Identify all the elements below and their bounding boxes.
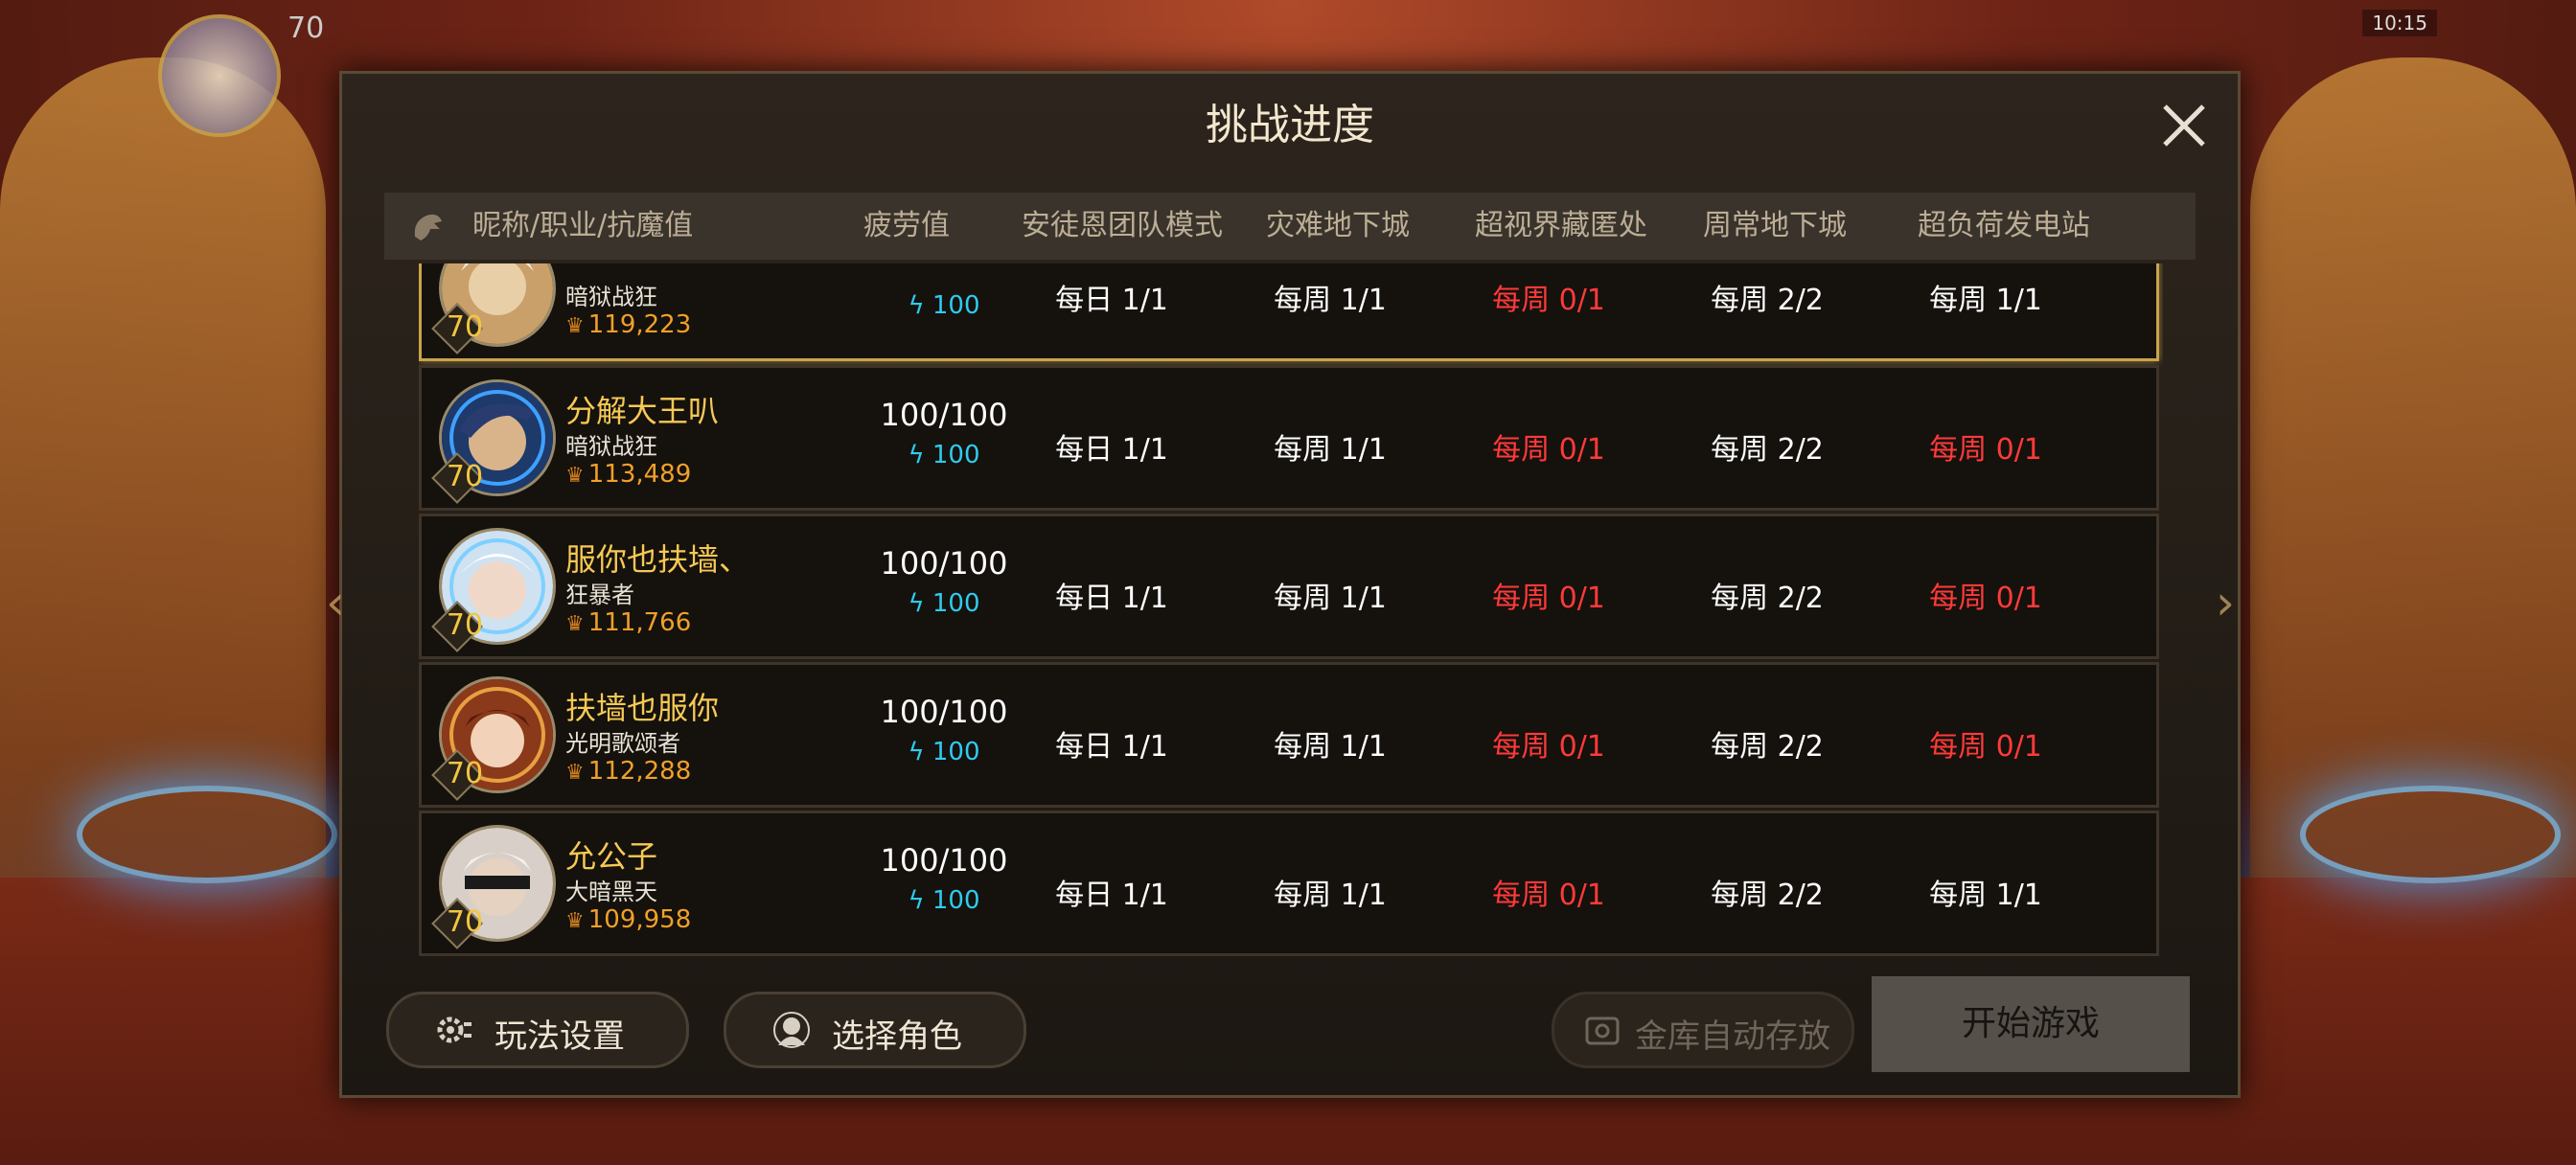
disaster-dungeon-progress: 每周 1/1 (1274, 730, 1387, 764)
crown-icon: ♛ (565, 909, 585, 933)
character-name: 服你也扶墙、 (565, 541, 750, 578)
status-bar-time: 10:15 (2362, 10, 2437, 36)
header-power-station: 超负荷发电站 (1918, 209, 2090, 242)
character-avatar: 70 (431, 825, 556, 949)
fatigue-value: 100/100 (880, 842, 1008, 879)
crown-icon: ♛ (565, 314, 585, 338)
power-station-progress: 每周 0/1 (1929, 730, 2042, 764)
fatigue-value: 100/100 (880, 694, 1008, 730)
vault-auto-store-button[interactable]: 金库自动存放 (1552, 992, 1854, 1068)
hideout-progress: 每周 0/1 (1492, 284, 1605, 317)
close-icon (2163, 104, 2205, 147)
header-disaster-dungeon: 灾难地下城 (1266, 209, 1410, 242)
character-class: 大暗黑天 (565, 879, 657, 905)
anton-raid-progress: 每日 1/1 (1055, 284, 1168, 317)
hideout-progress: 每周 0/1 (1492, 433, 1605, 467)
lightning-icon: ϟ (908, 589, 925, 618)
character-row[interactable]: 70 扶墙也服你 光明歌颂者 ♛ 112,288 100/100 ϟ 100 每日… (419, 662, 2159, 808)
anton-raid-progress: 每日 1/1 (1055, 879, 1168, 912)
hideout-progress: 每周 0/1 (1492, 730, 1605, 764)
character-class: 狂暴者 (565, 582, 634, 608)
character-row[interactable]: 70 允公子 大暗黑天 ♛ 109,958 100/100 ϟ 100 每日 1/… (419, 811, 2159, 956)
character-class: 光明歌颂者 (565, 730, 680, 757)
lightning-icon: ϟ (908, 886, 925, 915)
character-name: 允公子 (565, 838, 658, 875)
weekly-dungeon-progress: 每周 2/2 (1711, 879, 1824, 912)
select-character-button[interactable]: 选择角色 (724, 992, 1026, 1068)
anti-magic-score: ♛ 113,489 (565, 460, 692, 489)
anti-magic-score: ♛ 119,223 (565, 310, 692, 339)
character-row[interactable]: 70 服你也扶墙、 狂暴者 ♛ 111,766 100/100 ϟ 100 每日 … (419, 514, 2159, 659)
crown-icon: ♛ (565, 612, 585, 636)
character-row[interactable]: 70 分解大王叭 暗狱战狂 ♛ 113,489 100/100 ϟ 100 每日 … (419, 365, 2159, 511)
character-avatar: 70 (431, 528, 556, 652)
power-station-progress: 每周 0/1 (1929, 582, 2042, 615)
close-button[interactable] (2157, 99, 2211, 152)
background-portal-right (2300, 786, 2561, 883)
character-class: 暗狱战狂 (565, 284, 657, 310)
character-name: 分解大王叭 (565, 393, 720, 429)
character-list[interactable]: 70 暗狱战狂 ♛ 119,223 ϟ 100 每日 1/1 每周 1/1 每周 … (419, 263, 2163, 1020)
energy-value: ϟ 100 (908, 589, 980, 618)
energy-value: ϟ 100 (908, 886, 980, 915)
header-weekly-dungeon: 周常地下城 (1703, 209, 1847, 242)
header-anton-raid: 安徒恩团队模式 (1022, 209, 1223, 242)
character-class: 暗狱战狂 (565, 433, 657, 460)
disaster-dungeon-progress: 每周 1/1 (1274, 433, 1387, 467)
gameplay-settings-button[interactable]: 玩法设置 (386, 992, 689, 1068)
vault-icon (1585, 1017, 1620, 1045)
disaster-dungeon-progress: 每周 1/1 (1274, 284, 1387, 317)
header-hideout: 超视界藏匿处 (1475, 209, 1647, 242)
crown-icon: ♛ (565, 464, 585, 488)
challenge-progress-dialog: 挑战进度 昵称/职业/抗魔值 疲劳值 安徒恩团队模式 灾难地下城 超视界藏匿处 … (339, 71, 2241, 1098)
weekly-dungeon-progress: 每周 2/2 (1711, 433, 1824, 467)
lightning-icon: ϟ (908, 441, 925, 469)
anton-raid-progress: 每日 1/1 (1055, 433, 1168, 467)
character-avatar: 70 (431, 379, 556, 504)
weekly-dungeon-progress: 每周 2/2 (1711, 284, 1824, 317)
fatigue-value: 100/100 (880, 397, 1008, 433)
hideout-progress: 每周 0/1 (1492, 582, 1605, 615)
anti-magic-score: ♛ 112,288 (565, 757, 692, 786)
lightning-icon: ϟ (908, 738, 925, 766)
disaster-dungeon-progress: 每周 1/1 (1274, 879, 1387, 912)
disaster-dungeon-progress: 每周 1/1 (1274, 582, 1387, 615)
power-station-progress: 每周 1/1 (1929, 284, 2042, 317)
table-header: 昵称/职业/抗魔值 疲劳值 安徒恩团队模式 灾难地下城 超视界藏匿处 周常地下城… (384, 193, 2196, 260)
energy-value: ϟ 100 (908, 738, 980, 766)
weekly-dungeon-progress: 每周 2/2 (1711, 582, 1824, 615)
player-level: 70 (288, 11, 325, 45)
background-portal-left (77, 786, 337, 883)
character-avatar: 70 (431, 676, 556, 801)
energy-value: ϟ 100 (908, 441, 980, 469)
fatigue-value: 100/100 (880, 545, 1008, 582)
character-name: 扶墙也服你 (565, 690, 720, 726)
energy-value: ϟ 100 (908, 291, 980, 320)
start-game-button[interactable]: 开始游戏 (1872, 976, 2190, 1072)
anton-raid-progress: 每日 1/1 (1055, 730, 1168, 764)
power-station-progress: 每周 0/1 (1929, 433, 2042, 467)
lightning-icon: ϟ (908, 291, 925, 320)
dialog-title: 挑战进度 (1206, 101, 1374, 149)
character-swap-icon (773, 1012, 810, 1048)
player-avatar[interactable] (158, 14, 281, 137)
anton-raid-progress: 每日 1/1 (1055, 582, 1168, 615)
header-name: 昵称/职业/抗魔值 (384, 193, 768, 260)
header-fatigue: 疲劳值 (863, 209, 950, 242)
anti-magic-score: ♛ 111,766 (565, 608, 692, 637)
character-row[interactable]: 70 暗狱战狂 ♛ 119,223 ϟ 100 每日 1/1 每周 1/1 每周 … (419, 263, 2159, 361)
anti-magic-score: ♛ 109,958 (565, 905, 692, 934)
dragon-head-icon (414, 214, 442, 240)
crown-icon: ♛ (565, 761, 585, 785)
power-station-progress: 每周 1/1 (1929, 879, 2042, 912)
next-page-arrow[interactable]: › (2216, 575, 2235, 630)
gear-icon (437, 1017, 472, 1043)
hideout-progress: 每周 0/1 (1492, 879, 1605, 912)
character-avatar: 70 (431, 263, 556, 354)
previous-page-arrow[interactable]: ‹ (326, 575, 345, 630)
weekly-dungeon-progress: 每周 2/2 (1711, 730, 1824, 764)
